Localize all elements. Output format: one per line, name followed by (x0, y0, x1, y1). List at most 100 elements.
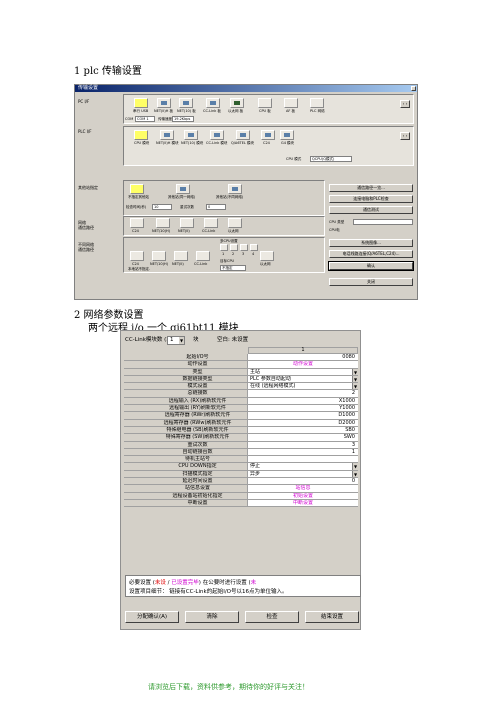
param-value[interactable]: 主站 ▼ (248, 368, 358, 375)
ok-button[interactable]: 确认 (328, 261, 414, 271)
param-value[interactable]: 初始设置 (248, 492, 358, 499)
param-row: 远程寄存器 (RWw)刷新软元件 D2000 (124, 419, 358, 427)
chevron-down-icon[interactable]: ▼ (352, 383, 358, 390)
tel-module-icon[interactable] (236, 130, 250, 140)
param-name: 起始I/O号 (148, 354, 248, 361)
diff-net2-icon[interactable] (174, 251, 188, 261)
route-net10h-icon[interactable] (156, 218, 170, 228)
param-value[interactable]: 3 (248, 441, 358, 448)
param-value-text: 动作设置 (292, 361, 313, 368)
net10-board-icon[interactable] (179, 98, 193, 108)
plc-tile-label: C24 (263, 141, 270, 145)
param-value[interactable]: 0 (248, 478, 358, 485)
chevron-down-icon[interactable]: ▼ (352, 463, 358, 470)
param-name: 远程输入 (RX)刷新软元件 (148, 397, 248, 405)
cpu-slot-icon[interactable] (240, 244, 248, 251)
route-list-button[interactable]: 通信路径一览... (329, 184, 413, 192)
chevron-down-icon[interactable]: ▼ (352, 470, 358, 478)
cpu-module-icon[interactable] (134, 130, 148, 140)
chevron-down-icon[interactable]: ▼ (179, 337, 184, 344)
param-value[interactable]: PLC 参数自动起动 ▼ (248, 375, 358, 383)
pc-tile-label: CC-Link 板 (203, 109, 221, 113)
cpu-slot-number: 1 (222, 252, 225, 256)
clear-button[interactable]: 清除 (185, 611, 239, 623)
diff-cclink-icon[interactable] (196, 251, 210, 261)
cpu-type-field (353, 219, 413, 225)
chevron-down-icon[interactable]: ▼ (352, 375, 358, 383)
route-c24-icon[interactable] (130, 218, 144, 228)
param-value[interactable]: X1000 (248, 397, 358, 405)
param-row: 站信息设置 站信息 (124, 485, 358, 493)
param-value[interactable] (248, 456, 358, 463)
target-cpu-select[interactable]: 不指定 (220, 265, 246, 271)
close-icon[interactable] (411, 86, 416, 91)
allocation-check-button[interactable]: 分配确认(A) (125, 611, 179, 623)
net10-module-icon[interactable] (184, 130, 198, 140)
module-count-select[interactable]: 1 ▼ (167, 336, 185, 345)
comm-test-button[interactable]: 通信测试 (329, 206, 413, 214)
ethernet-board-icon[interactable] (230, 98, 244, 108)
param-value[interactable]: 2 (248, 390, 358, 397)
scroll-arrows[interactable]: ‹ › (400, 100, 410, 108)
param-value[interactable]: D2000 (248, 419, 358, 426)
param-value[interactable]: Y1000 (248, 405, 358, 412)
param-value[interactable]: SW0 (248, 434, 358, 441)
route-net2-icon[interactable] (180, 218, 194, 228)
same-network-icon[interactable] (176, 184, 190, 194)
no-other-station-icon[interactable] (130, 184, 144, 194)
param-name: 扫描模式指定 (148, 470, 248, 478)
param-value[interactable]: D1000 (248, 412, 358, 419)
param-value[interactable]: 动作设置 (248, 361, 358, 368)
cclink-module-icon[interactable] (210, 130, 224, 140)
plc-network-icon[interactable] (310, 98, 324, 108)
scroll-arrows[interactable]: ‹ › (400, 132, 410, 140)
param-value-text: 2 (351, 390, 355, 397)
net2h-module-icon[interactable] (160, 130, 174, 140)
g4-module-icon[interactable] (280, 130, 294, 140)
station-tile-label: 其他站(同一网络) (168, 195, 196, 199)
check-time-input[interactable]: 10 (152, 204, 172, 210)
diff-ethernet-icon[interactable] (260, 251, 274, 261)
param-value[interactable]: 异步 ▼ (248, 470, 358, 478)
diff-net10h-icon[interactable] (152, 251, 166, 261)
c24-module-icon[interactable] (261, 130, 275, 140)
phone-line-button[interactable]: 电话线路连接(Q/A6TEL,C24)... (329, 250, 413, 258)
param-name: 远程输出 (RY)刷新软元件 (148, 405, 248, 412)
net2h-board-icon[interactable] (157, 98, 171, 108)
com-port-select[interactable]: COM 1 (135, 116, 155, 122)
system-image-button[interactable]: 系统图像... (329, 239, 413, 247)
retry-input[interactable]: 0 (206, 204, 226, 210)
cpu-slot-icon[interactable] (250, 244, 258, 251)
serial-usb-icon[interactable] (134, 98, 148, 108)
cpu-mode-select[interactable]: QCPU(Q模式) (310, 156, 352, 162)
cpu-board-icon[interactable] (258, 98, 272, 108)
param-value[interactable]: 站信息 (248, 485, 358, 492)
speed-select[interactable]: 19.2Kbps (172, 116, 194, 122)
param-value-text: 初始设置 (292, 492, 313, 499)
cclink-board-icon[interactable] (206, 98, 220, 108)
cpu-slot-icon[interactable] (220, 244, 228, 251)
param-value[interactable]: 在线 (远程网络模式) ▼ (248, 383, 358, 390)
cpu-slot-number: 2 (232, 252, 235, 256)
diff-c24-icon[interactable] (130, 251, 144, 261)
param-value[interactable]: 中断设置 (248, 499, 358, 507)
param-row: 类型 主站 ▼ (124, 368, 358, 376)
route-ethernet-icon[interactable] (228, 218, 242, 228)
param-value[interactable]: 停止 ▼ (248, 463, 358, 470)
connection-check-button[interactable]: 连接电脑和PLC检查 (329, 195, 413, 203)
cpu-slot-icon[interactable] (230, 244, 238, 251)
check-button[interactable]: 检查 (245, 611, 299, 623)
param-value[interactable]: SB0 (248, 426, 358, 434)
param-row: 延迟时间设置 0 (124, 478, 358, 486)
close-button[interactable]: 关闭 (329, 278, 413, 286)
diff-network-band: 多CPU设置 1 2 3 4 C24 NET/10(H) NET(II) CC-… (123, 237, 325, 273)
param-value[interactable]: 1 (248, 448, 358, 456)
param-value-text: 0 (351, 478, 355, 485)
af-board-icon[interactable] (284, 98, 298, 108)
diff-network-icon[interactable] (228, 184, 242, 194)
chevron-down-icon[interactable]: ▼ (352, 368, 358, 375)
param-value[interactable]: 0080 (248, 354, 358, 361)
finish-settings-button[interactable]: 结束设置 (305, 611, 359, 623)
check-time-label: 检查时间(秒) (126, 205, 147, 209)
route-cclink-icon[interactable] (204, 218, 218, 228)
